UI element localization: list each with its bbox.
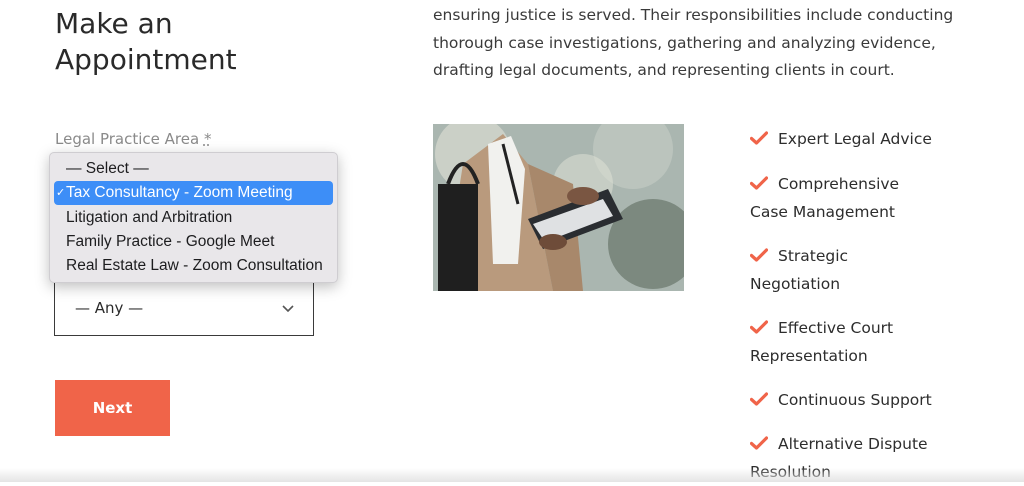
dropdown-option-select[interactable]: — Select — [54, 157, 333, 181]
check-icon [750, 392, 768, 406]
practice-area-dropdown[interactable]: — Select — ✓ Tax Consultancy - Zoom Meet… [49, 152, 338, 283]
check-icon [750, 320, 768, 334]
dropdown-option-label: Real Estate Law - Zoom Consultation [66, 257, 323, 274]
required-mark: * [203, 130, 212, 148]
feature-label: Continuous Support [778, 391, 932, 409]
check-icon [750, 436, 768, 450]
lawyer-photo-illustration [433, 124, 684, 291]
feature-item: Strategic Negotiation [750, 243, 1010, 298]
feature-label: Strategic [778, 247, 849, 265]
description-paragraph: ensuring justice is served. Their respon… [433, 2, 973, 85]
next-button[interactable]: Next [55, 380, 170, 436]
feature-item: Comprehensive Case Management [750, 171, 1010, 226]
check-icon [750, 131, 768, 145]
feature-item: Effective Court Representation [750, 315, 1010, 370]
dropdown-option-tax-consultancy[interactable]: ✓ Tax Consultancy - Zoom Meeting [54, 181, 333, 205]
chevron-down-icon [282, 305, 294, 313]
feature-item: Expert Legal Advice [750, 126, 1010, 154]
page-title: Make an Appointment [55, 6, 375, 78]
lawyer-photo [433, 124, 684, 291]
feature-item: Continuous Support [750, 387, 1010, 415]
feature-label: Expert Legal Advice [778, 130, 932, 148]
feature-label: Effective Court [778, 319, 894, 337]
description-line: thorough case investigations, gathering … [433, 33, 936, 52]
dropdown-option-label: — Select — [66, 160, 149, 177]
dropdown-option-real-estate[interactable]: Real Estate Law - Zoom Consultation [54, 254, 333, 278]
description-line: ensuring justice is served. Their respon… [433, 6, 954, 24]
dropdown-option-label: Litigation and Arbitration [66, 209, 233, 226]
secondary-select-value: — Any — [75, 299, 144, 317]
secondary-select[interactable]: — Any — [54, 282, 314, 336]
dropdown-option-label: Tax Consultancy - Zoom Meeting [66, 184, 293, 201]
title-line-1: Make an [55, 7, 173, 40]
check-icon: ✓ [56, 187, 66, 199]
dropdown-option-litigation[interactable]: Litigation and Arbitration [54, 206, 333, 230]
description-line: drafting legal documents, and representi… [433, 61, 895, 79]
feature-label-cont: Case Management [750, 202, 895, 221]
feature-label: Comprehensive [778, 175, 900, 193]
practice-area-label: Legal Practice Area * [55, 130, 211, 148]
feature-label-cont: Representation [750, 346, 868, 365]
check-icon [750, 248, 768, 262]
feature-label-cont: Negotiation [750, 274, 841, 293]
title-line-2: Appointment [55, 43, 237, 76]
practice-area-label-text: Legal Practice Area [55, 130, 200, 148]
feature-label: Alternative Dispute [778, 435, 928, 453]
check-icon [750, 176, 768, 190]
dropdown-option-family-practice[interactable]: Family Practice - Google Meet [54, 230, 333, 254]
page-bottom-shadow [0, 468, 1024, 482]
dropdown-option-label: Family Practice - Google Meet [66, 233, 275, 250]
